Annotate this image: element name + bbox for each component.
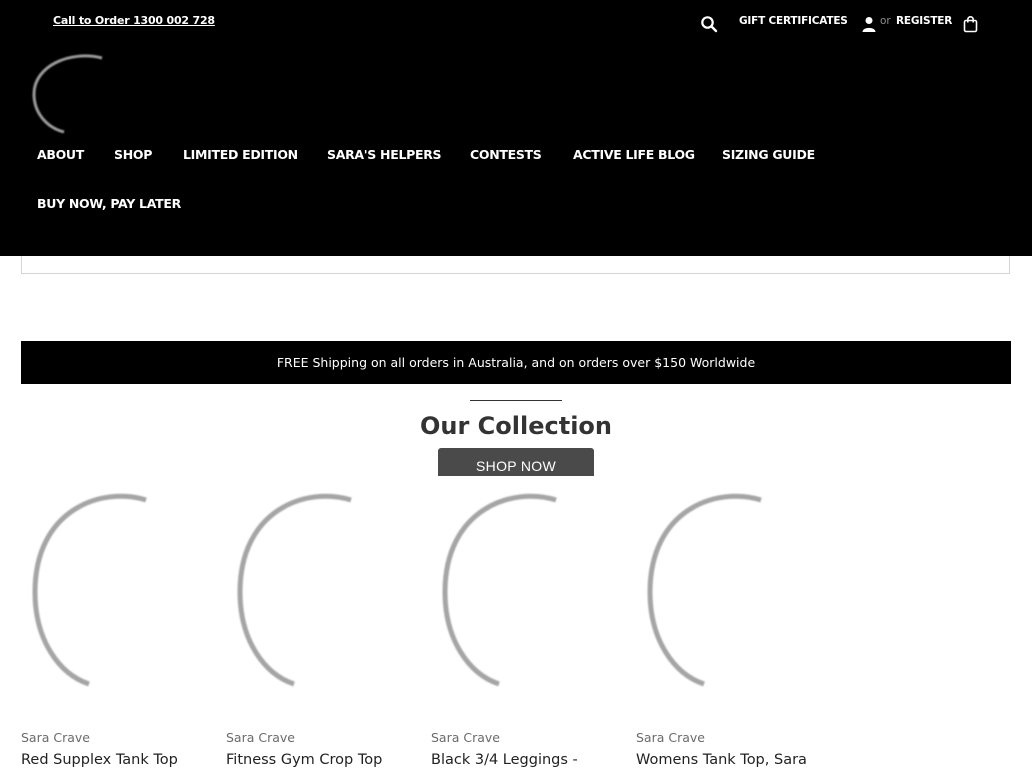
product-card[interactable]: Sara Crave Red Supplex Tank Top <box>21 490 211 768</box>
section-divider <box>470 400 562 401</box>
product-name[interactable]: Black 3/4 Leggings - <box>431 752 578 768</box>
product-brand: Sara Crave <box>226 730 295 745</box>
product-card[interactable]: Sara Crave Black 3/4 Leggings - <box>431 490 621 768</box>
collection-title: Our Collection <box>419 412 612 440</box>
product-image-loading-icon[interactable] <box>636 490 826 700</box>
call-to-order-link[interactable]: Call to Order 1300 002 728 <box>53 14 215 27</box>
shipping-banner-text: FREE Shipping on all orders in Australia… <box>276 355 756 370</box>
nav-item-limited-edition[interactable]: LIMITED EDITION <box>183 147 298 162</box>
shipping-banner: FREE Shipping on all orders in Australia… <box>21 341 1011 384</box>
or-separator: or <box>880 15 891 27</box>
product-image-loading-icon[interactable] <box>431 490 621 700</box>
product-name[interactable]: Red Supplex Tank Top <box>21 752 178 768</box>
shop-now-button[interactable]: SHOP NOW <box>438 448 594 476</box>
product-brand: Sara Crave <box>21 730 90 745</box>
nav-item-shop[interactable]: SHOP <box>114 147 152 162</box>
product-name[interactable]: Womens Tank Top, Sara <box>636 752 807 768</box>
product-card[interactable]: Sara Crave Fitness Gym Crop Top <box>226 490 416 768</box>
product-brand: Sara Crave <box>431 730 500 745</box>
nav-item-active-life-blog[interactable]: ACTIVE LIFE BLOG <box>573 147 695 162</box>
register-link[interactable]: REGISTER <box>896 15 952 27</box>
user-icon <box>862 17 876 32</box>
nav-item-contests[interactable]: CONTESTS <box>470 147 542 162</box>
nav-item-saras-helpers[interactable]: SARA'S HELPERS <box>327 147 442 162</box>
product-image-loading-icon[interactable] <box>21 490 211 700</box>
nav-item-buy-now-pay-later[interactable]: BUY NOW, PAY LATER <box>37 196 181 211</box>
product-image-loading-icon[interactable] <box>226 490 416 700</box>
product-brand: Sara Crave <box>636 730 705 745</box>
nav-item-sizing-guide[interactable]: SIZING GUIDE <box>722 147 815 162</box>
shopping-bag-icon[interactable] <box>962 15 979 33</box>
site-header: Call to Order 1300 002 728 GIFT CERTIFIC… <box>0 0 1032 256</box>
search-icon[interactable] <box>700 15 718 33</box>
search-panel-edge <box>21 256 1010 274</box>
logo-spinner-icon[interactable] <box>30 52 120 134</box>
product-card[interactable]: Sara Crave Womens Tank Top, Sara <box>636 490 826 768</box>
gift-certificates-link[interactable]: GIFT CERTIFICATES <box>739 15 848 27</box>
product-name[interactable]: Fitness Gym Crop Top <box>226 752 382 768</box>
nav-item-about[interactable]: ABOUT <box>37 147 84 162</box>
